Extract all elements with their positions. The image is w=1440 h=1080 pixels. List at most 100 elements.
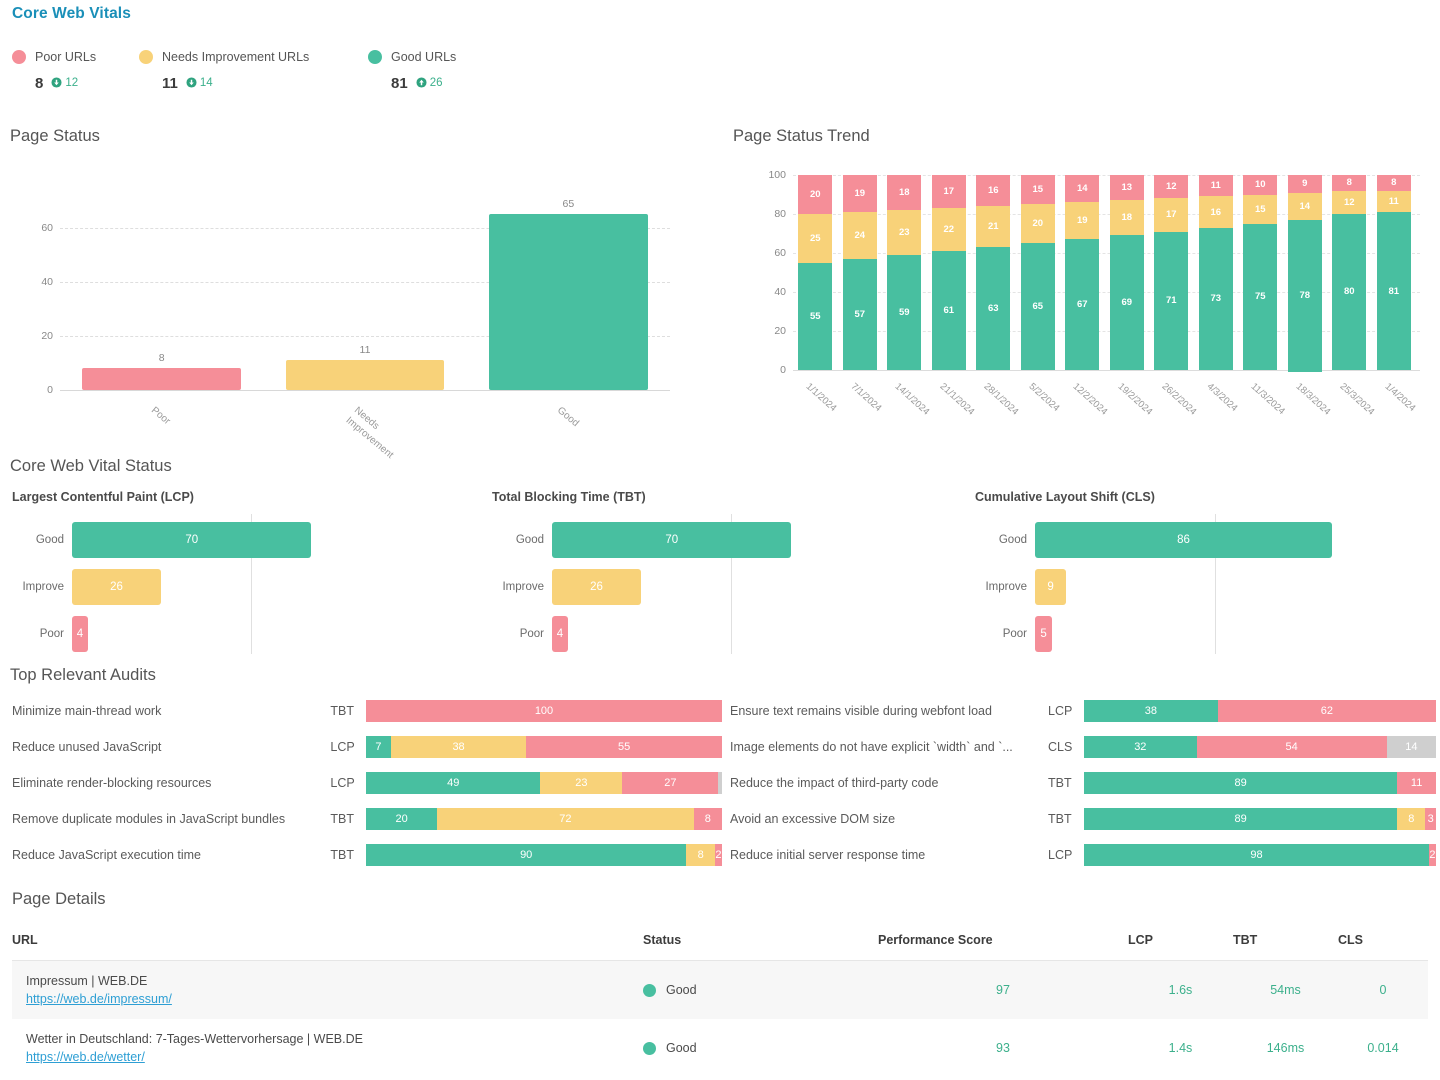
cwv-bar-value: 70 <box>665 534 679 546</box>
cell-status: Good <box>643 1019 878 1077</box>
stacked-bar: 8 11 81 <box>1376 175 1411 370</box>
column-header-status: Status <box>643 933 878 961</box>
audit-segment: 38 <box>1084 700 1218 722</box>
table-row[interactable]: Impressum | WEB.DE https://web.de/impress… <box>12 960 1428 1019</box>
audit-segment <box>718 772 722 794</box>
cwv-bar: 4 <box>552 616 568 652</box>
cwv-bar-value: 4 <box>556 628 564 640</box>
audit-name: Ensure text remains visible during webfo… <box>730 704 992 718</box>
audit-name: Remove duplicate modules in JavaScript b… <box>12 812 286 826</box>
audit-row: Ensure text remains visible during webfo… <box>730 700 1436 722</box>
cell-performance: 93 <box>878 1019 1128 1077</box>
segment-value: 20 <box>1032 218 1044 230</box>
segment-good: 65 <box>1020 243 1055 370</box>
segment-value: 59 <box>898 306 910 318</box>
y-axis-tick-80: 80 <box>774 208 786 220</box>
audit-segment-value: 8 <box>1408 813 1415 825</box>
cell-tbt-value: 54ms <box>1270 983 1301 997</box>
audit-bar: 100 <box>366 700 722 722</box>
segment-value: 12 <box>1343 196 1355 208</box>
cwv-panel-2: Cumulative Layout Shift (CLS) Good 86 Impro… <box>975 490 1363 663</box>
segment-poor: 13 <box>1109 175 1144 201</box>
legend-delta: 14 <box>186 77 213 89</box>
segment-value: 8 <box>1346 177 1352 189</box>
x-axis-label: 11/3/2024 <box>1248 381 1288 417</box>
segment-good: 80 <box>1332 213 1367 370</box>
segment-good: 67 <box>1065 239 1100 370</box>
x-axis-label: 28/1/2024 <box>981 381 1021 418</box>
x-axis-label: 4/3/2024 <box>1204 381 1240 414</box>
segment-value: 73 <box>1210 293 1222 305</box>
cell-status: Good <box>643 960 878 1019</box>
cwv-bar-value: 5 <box>1040 628 1047 640</box>
gridline-0 <box>60 390 670 391</box>
segment-needs-improvement: 25 <box>798 214 833 263</box>
stacked-bar: 8 12 80 <box>1332 175 1367 370</box>
cwv-track: 4 <box>72 616 397 652</box>
table-row[interactable]: Wetter in Deutschland: 7-Tages-Wettervor… <box>12 1019 1428 1077</box>
cell-cls: 0 <box>1338 960 1428 1019</box>
segment-value: 8 <box>1391 177 1397 189</box>
segment-value: 20 <box>809 189 821 200</box>
audit-row: Eliminate render-blocking resources LCP 49… <box>12 772 722 794</box>
page-status-chart: 0 20 40 60 8 Poor 11 Needs Improvement 65 Good <box>10 165 710 461</box>
audit-metric: TBT <box>330 704 355 718</box>
legend-dot-icon <box>139 50 153 64</box>
cwv-row-label: Poor <box>39 628 64 640</box>
audit-segment-value: 72 <box>559 813 572 825</box>
audit-segment: 7 <box>366 736 391 758</box>
audits-column-left: Minimize main-thread work TBT 100 Reduce un… <box>12 700 722 880</box>
x-axis-label: 12/2/2024 <box>1070 381 1110 418</box>
y-axis-tick-60: 60 <box>774 247 786 259</box>
column-header-performance-score: Performance Score <box>878 933 1128 961</box>
segment-good: 55 <box>798 262 833 370</box>
segment-value: 10 <box>1254 179 1266 191</box>
status-label: Good <box>666 1041 697 1055</box>
cwv-track: 26 <box>552 569 877 605</box>
legend-label: Needs Improvement URLs <box>162 50 310 64</box>
stacked-bar: 14 19 67 <box>1065 175 1100 370</box>
cwv-row-label: Improve <box>22 581 64 593</box>
segment-value: 78 <box>1299 290 1311 302</box>
legend-item-1: Needs Improvement URLs 11 14 <box>139 46 309 92</box>
bar-poor: 8 <box>82 352 241 390</box>
audit-segment-value: 38 <box>452 741 465 753</box>
segment-value: 16 <box>987 185 999 197</box>
legend-value: 8 <box>35 75 44 92</box>
x-axis-label: 5/2/2024 <box>1026 381 1062 414</box>
cwv-rows: Good 86 Improve 9 Poor 5 <box>985 514 1363 654</box>
audit-segment: 2 <box>1428 844 1436 866</box>
legend-label: Good URLs <box>391 50 457 64</box>
audit-bar: 49 23 27 <box>366 772 722 794</box>
arrow-down-circle-icon <box>51 77 62 88</box>
cwv-row-good: Good 70 <box>36 522 397 558</box>
bar-value: 8 <box>158 352 165 365</box>
cell-cls-value: 0.014 <box>1367 1041 1399 1055</box>
segment-poor: 18 <box>887 175 922 211</box>
cwv-bar: 26 <box>552 569 641 605</box>
url-link[interactable]: https://web.de/wetter/ <box>26 1050 643 1064</box>
status-badge: Good <box>643 983 878 997</box>
cell-lcp-value: 1.4s <box>1168 1041 1193 1055</box>
stacked-bar: 9 14 78 <box>1287 175 1322 372</box>
cwv-row-label: Poor <box>1002 628 1027 640</box>
legend-row-value: 8 12 <box>12 75 96 92</box>
cell-performance-value: 93 <box>996 1041 1010 1055</box>
segment-value: 13 <box>1121 182 1133 194</box>
segment-poor: 9 <box>1287 175 1322 193</box>
segment-needs-improvement: 12 <box>1332 190 1367 214</box>
audit-segment: 32 <box>1084 736 1197 758</box>
audit-row: Reduce unused JavaScript LCP 7 38 55 <box>12 736 722 758</box>
audit-segment-value: 100 <box>534 705 554 717</box>
segment-value: 17 <box>1165 209 1177 221</box>
column-header-lcp: LCP <box>1128 933 1233 961</box>
audit-segment-value: 3 <box>1427 813 1434 825</box>
segment-poor: 14 <box>1065 175 1100 203</box>
table-header-row: URL Status Performance Score LCP TBT CLS <box>12 933 1428 961</box>
bar-value: 11 <box>359 344 371 357</box>
segment-poor: 15 <box>1020 175 1055 205</box>
legend: Poor URLs 8 12 Needs Improvement URLs 11 14 Go… <box>12 46 612 101</box>
url-link[interactable]: https://web.de/impressum/ <box>26 992 643 1006</box>
audit-name: Minimize main-thread work <box>12 704 162 718</box>
bar-needs-improvement: 11 <box>285 344 445 390</box>
